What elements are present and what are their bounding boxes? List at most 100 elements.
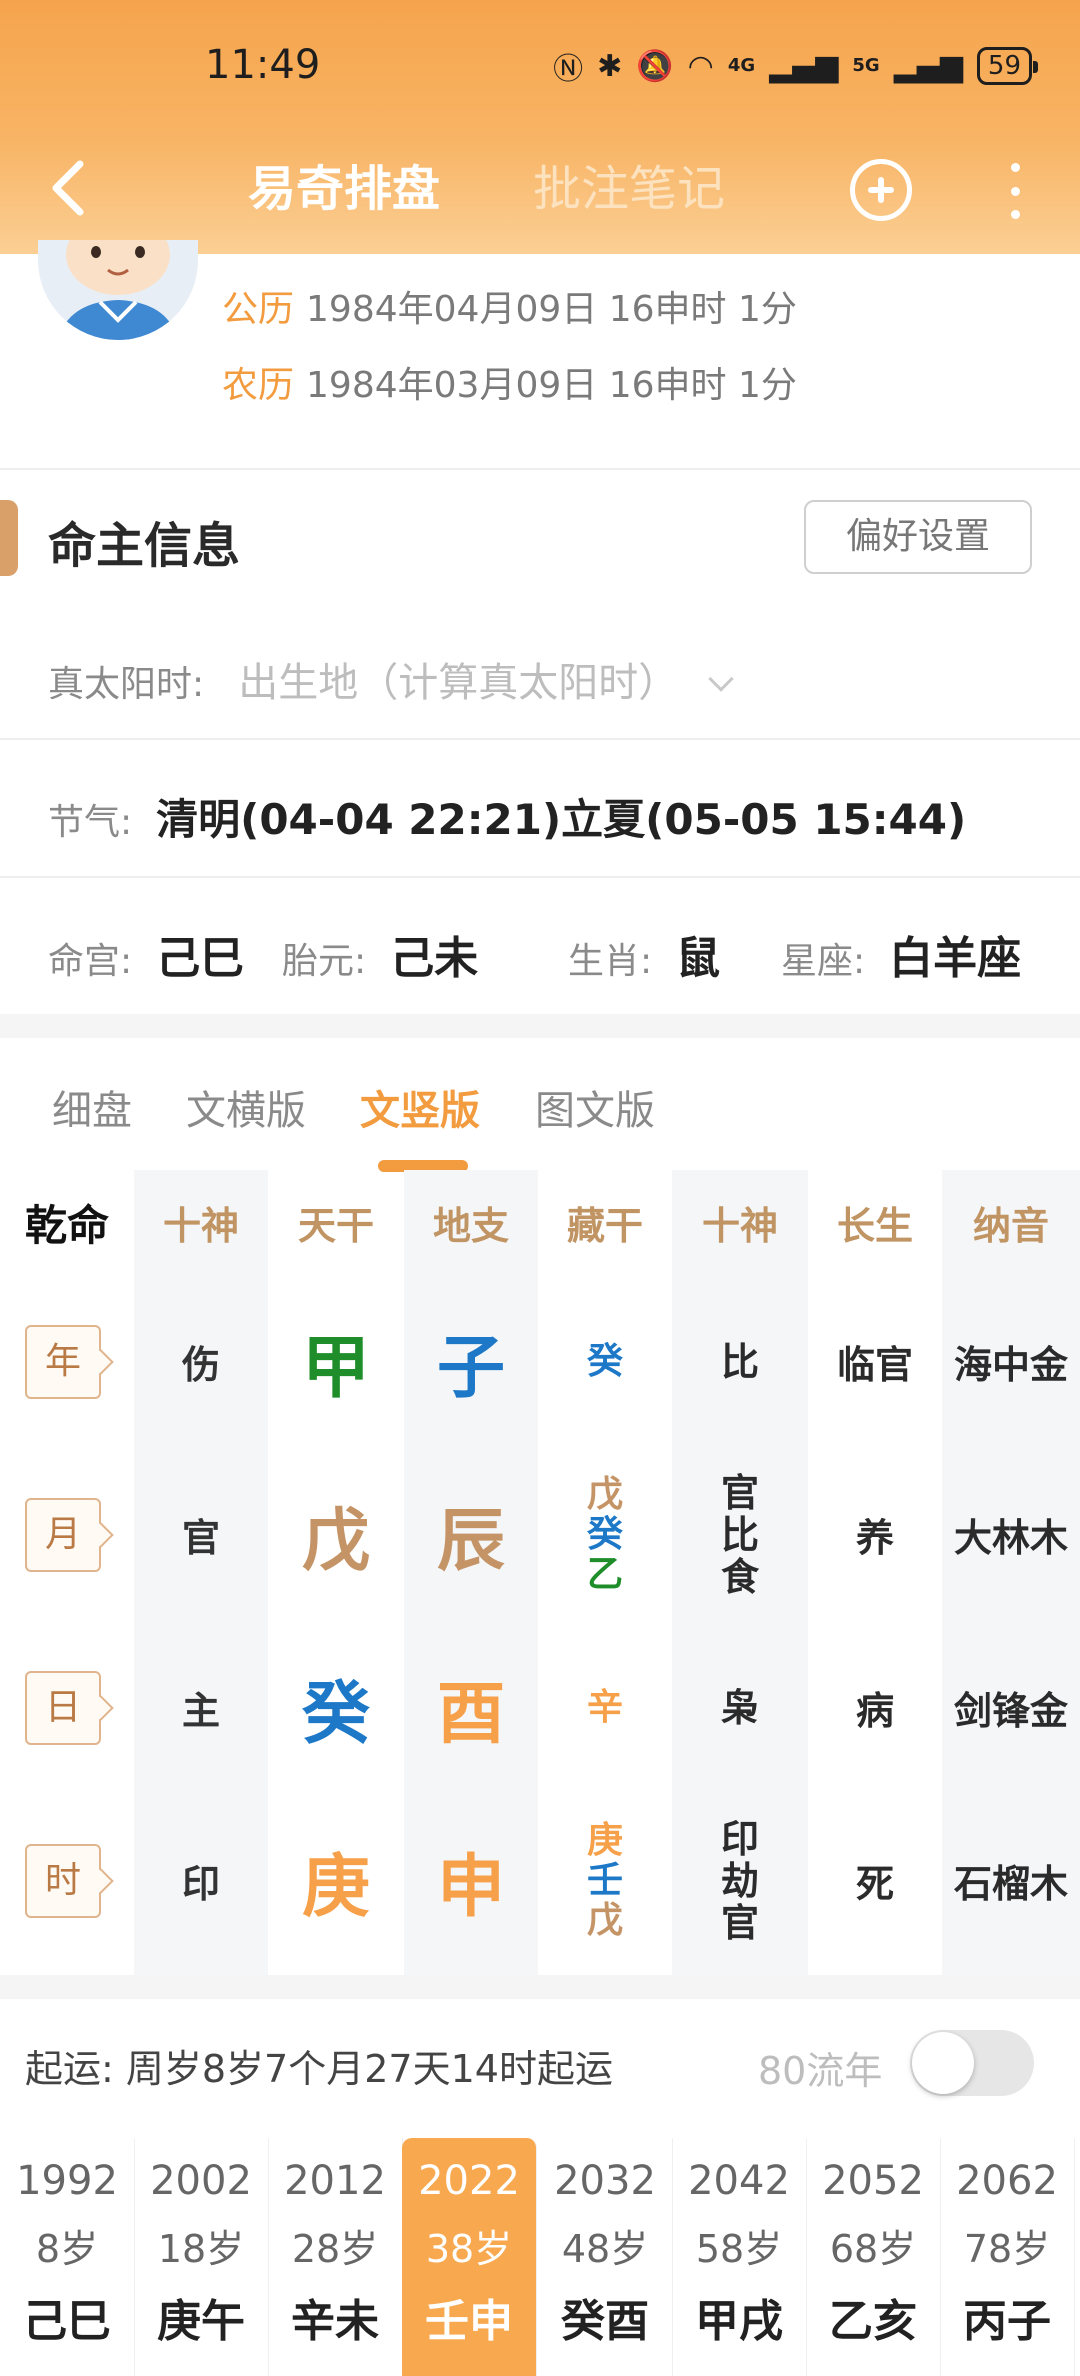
liunian-label: 80流年 <box>758 2049 883 2093</box>
ten-god: 劫 <box>720 1858 759 1903</box>
status-time: 11:49 <box>205 42 321 88</box>
chart-header: 十神 <box>162 1204 239 1248</box>
minggong-label: 命宫: <box>48 941 133 982</box>
lunar-date: 1984年03月09日 16申时 1分 <box>306 365 797 406</box>
chart-header: 十神 <box>701 1204 778 1248</box>
tab-graphic[interactable]: 图文版 <box>535 1078 655 1136</box>
divider <box>0 468 1080 470</box>
dayun-ganzhi: 癸酉 <box>561 2296 649 2347</box>
section-accent-bar <box>0 500 18 576</box>
tab-text-vertical[interactable]: 文竖版 <box>360 1078 480 1136</box>
ten-god-stack: 印劫官 <box>721 1818 759 1944</box>
ten-god-stem: 印 <box>181 1862 220 1906</box>
bluetooth-icon: ✱ <box>597 48 623 84</box>
section-gap <box>0 1014 1080 1038</box>
dayun-year: 2062 <box>956 2158 1058 2204</box>
add-icon[interactable] <box>850 159 912 221</box>
dayun-ganzhi: 乙亥 <box>829 2296 917 2347</box>
tab-yiqi-paipan[interactable]: 易奇排盘 <box>248 158 440 220</box>
ten-god-stack: 比 <box>721 1341 759 1383</box>
signal-5g-icon: 5G <box>852 55 880 76</box>
dayun-age: 28岁 <box>291 2227 379 2271</box>
lunar-label: 农历 <box>222 365 295 406</box>
ten-god: 比 <box>720 1512 759 1557</box>
signal-4g-icon: 4G <box>727 55 756 76</box>
more-menu-icon[interactable] <box>1005 163 1025 219</box>
chart-header: 乾命 <box>24 1201 109 1250</box>
section-gap <box>0 1975 1080 1999</box>
dayun-item[interactable]: 1992 8岁 己巳 <box>0 2138 135 2376</box>
constellation-item: 星座: 白羊座 <box>781 922 1021 986</box>
pillar-tag[interactable]: 日 <box>25 1670 101 1745</box>
zodiac-item: 生肖: 鼠 <box>568 922 720 986</box>
nayin: 石榴木 <box>953 1862 1068 1906</box>
chart-header: 地支 <box>432 1204 509 1248</box>
dayun-age: 68岁 <box>829 2227 917 2271</box>
constellation-label: 星座: <box>781 941 866 982</box>
back-arrow-icon[interactable] <box>46 158 90 218</box>
heavenly-stem: 甲 <box>301 1329 370 1408</box>
attributes-row: 命宫: 己巳 胎元: 己未 生肖: 鼠 星座: 白羊座 <box>48 922 1048 984</box>
ten-god: 食 <box>720 1554 759 1599</box>
signal-bars-icon: ▂▄▆ <box>893 48 963 84</box>
dayun-ganzhi: 庚午 <box>157 2296 245 2347</box>
hidden-stems-stack: 戊癸乙 <box>586 1474 623 1595</box>
chart-header: 天干 <box>297 1204 374 1248</box>
status-icons: Ⓝ ✱ 🔕 ◠ 4G ▂▄▆ 5G ▂▄▆ 59 <box>553 44 1039 88</box>
changsheng: 死 <box>855 1862 894 1906</box>
hidden-stem: 戊 <box>586 1899 623 1941</box>
minggong-item: 命宫: 己巳 <box>48 922 244 986</box>
nayin: 剑锋金 <box>953 1689 1068 1733</box>
dayun-year: 2022 <box>418 2158 520 2204</box>
hidden-stem: 乙 <box>586 1553 623 1595</box>
ten-god-stack: 官比食 <box>721 1472 759 1598</box>
dayun-year: 2042 <box>688 2158 790 2204</box>
tab-detail[interactable]: 细盘 <box>52 1078 132 1136</box>
hidden-stems-stack: 庚壬戊 <box>586 1820 623 1941</box>
hidden-stems: 癸 <box>538 1275 672 1448</box>
ten-god: 官 <box>720 1900 759 1945</box>
dayun-age: 48岁 <box>561 2227 649 2271</box>
dayun-item[interactable]: 2012 28岁 辛未 <box>268 2138 403 2376</box>
liunian-toggle[interactable] <box>910 2030 1034 2096</box>
constellation-value: 白羊座 <box>889 933 1022 984</box>
dayun-item[interactable]: 2032 48岁 癸酉 <box>538 2138 673 2376</box>
true-solar-time-row[interactable]: 真太阳时: 出生地（计算真太阳时） <box>48 650 735 708</box>
tab-annotation-notes[interactable]: 批注笔记 <box>533 158 725 220</box>
nfc-icon: Ⓝ <box>553 52 584 87</box>
mute-icon: 🔕 <box>636 48 674 84</box>
dayun-year: 2052 <box>822 2158 924 2204</box>
ten-god-stem: 伤 <box>181 1343 220 1387</box>
dayun-item[interactable]: 2022 38岁 壬申 <box>402 2138 537 2376</box>
chevron-down-icon[interactable] <box>708 666 735 692</box>
taiyuan-item: 胎元: 己未 <box>282 922 478 986</box>
chart-header: 藏干 <box>566 1204 643 1248</box>
pillar-tag[interactable]: 时 <box>25 1843 101 1918</box>
minggong-value: 己巳 <box>156 933 245 984</box>
hidden-stems: 庚壬戊 <box>538 1794 672 1967</box>
dayun-ganzhi: 己巳 <box>23 2296 111 2347</box>
earthly-branch: 辰 <box>436 1502 505 1581</box>
ten-god-branch: 官比食 <box>672 1448 808 1621</box>
ten-god-stem: 官 <box>181 1516 220 1560</box>
dayun-year: 2002 <box>150 2158 252 2204</box>
ten-god: 比 <box>720 1339 759 1384</box>
pillar-tag[interactable]: 月 <box>25 1497 101 1572</box>
tab-text-horizontal[interactable]: 文横版 <box>186 1078 306 1136</box>
divider <box>0 738 1080 740</box>
true-solar-time-label: 真太阳时: <box>48 664 205 705</box>
avatar <box>38 240 198 340</box>
preference-settings-button[interactable]: 偏好设置 <box>804 500 1032 574</box>
dayun-age: 38岁 <box>425 2227 513 2271</box>
pillar-tag[interactable]: 年 <box>25 1324 101 1399</box>
birthplace-placeholder[interactable]: 出生地（计算真太阳时） <box>238 660 678 706</box>
dayun-item[interactable]: 2002 18岁 庚午 <box>134 2138 269 2376</box>
dayun-item[interactable]: 2062 78岁 丙子 <box>940 2138 1075 2376</box>
nayin: 海中金 <box>953 1343 1068 1387</box>
solar-term-row: 节气: 清明(04-04 22:21)立夏(05-05 15:44) <box>48 786 966 847</box>
hidden-stems: 戊癸乙 <box>538 1448 672 1621</box>
wifi-icon: ◠ <box>687 48 714 84</box>
dayun-item[interactable]: 2042 58岁 甲戌 <box>672 2138 807 2376</box>
taiyuan-label: 胎元: <box>282 941 367 982</box>
dayun-item[interactable]: 2052 68岁乙亥 <box>806 2138 941 2376</box>
